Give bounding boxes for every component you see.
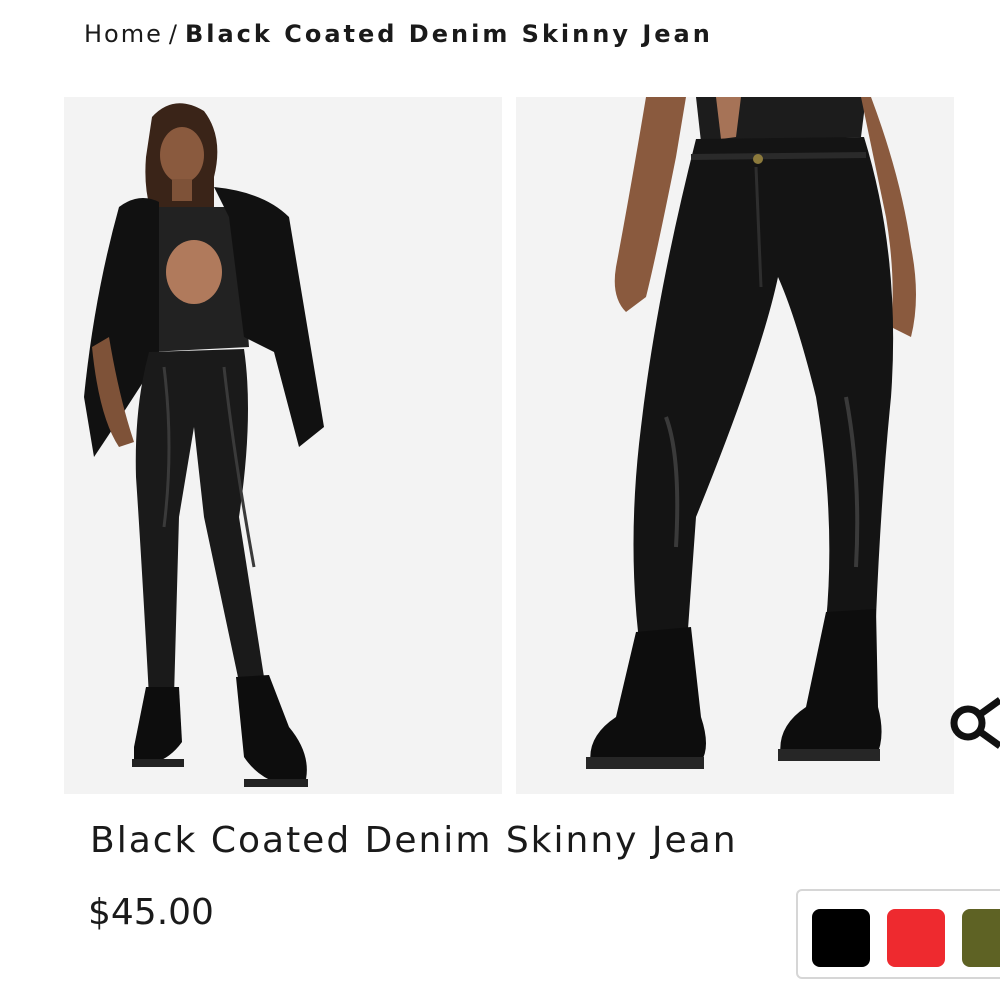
product-title: Black Coated Denim Skinny Jean [90, 820, 738, 861]
breadcrumb-current: Black Coated Denim Skinny Jean [184, 20, 713, 48]
swatch-khaki[interactable] [962, 909, 1000, 967]
breadcrumb-separator: / [168, 20, 179, 48]
breadcrumb: Home / Black Coated Denim Skinny Jean [84, 20, 713, 48]
model-full-body-illustration [64, 97, 502, 794]
share-button[interactable] [948, 686, 1000, 760]
product-price: $45.00 [88, 892, 214, 933]
color-swatch-selector [796, 889, 1000, 979]
swatch-red[interactable] [887, 909, 945, 967]
product-image-1[interactable] [64, 97, 502, 794]
product-image-2[interactable] [516, 97, 954, 794]
breadcrumb-home-link[interactable]: Home [84, 20, 163, 48]
model-legs-closeup-illustration [516, 97, 954, 794]
share-icon [950, 697, 1000, 749]
swatch-black[interactable] [812, 909, 870, 967]
